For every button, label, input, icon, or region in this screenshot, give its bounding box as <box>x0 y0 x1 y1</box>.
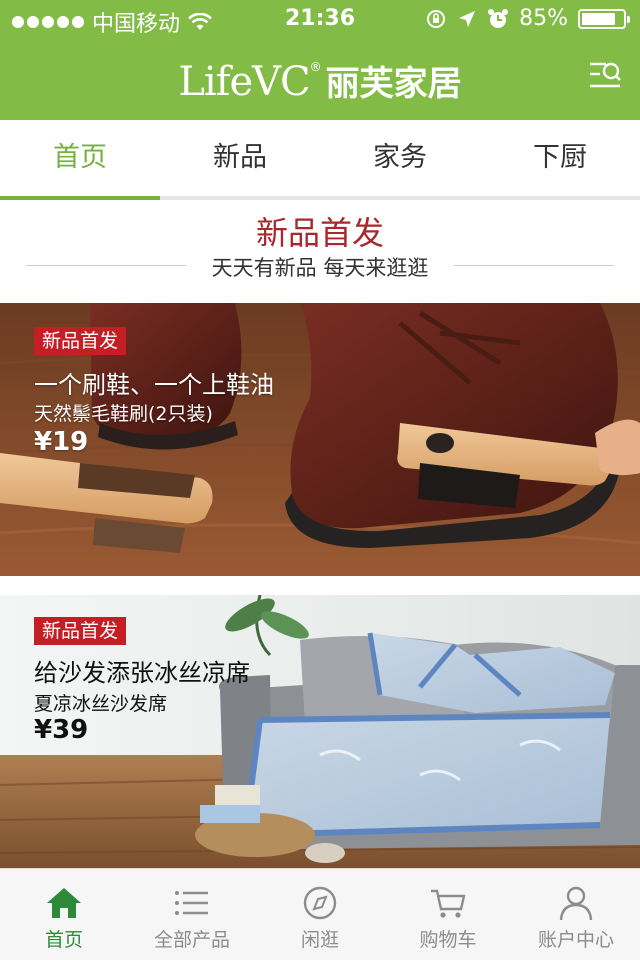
category-tabs: 首页 新品 家务 下厨 <box>0 120 640 200</box>
nav-account[interactable]: 账户中心 <box>512 869 640 960</box>
logo-english: LifeVC <box>178 59 310 105</box>
nav-cart-label: 购物车 <box>419 929 477 951</box>
tab-home[interactable]: 首页 <box>0 120 160 200</box>
section-subtitle: 天天有新品 每天来逛逛 <box>211 256 429 280</box>
nav-browse[interactable]: 闲逛 <box>256 869 384 960</box>
section-title: 新品首发 <box>255 214 384 252</box>
app-header: 中国移动 21:36 85% LifeVC® 丽芙家居 <box>0 0 640 120</box>
tab-housework[interactable]: 家务 <box>320 120 480 196</box>
tab-kitchen[interactable]: 下厨 <box>480 120 640 196</box>
bottom-navigation: 首页 全部产品 闲逛 购物车 账户中心 <box>0 868 640 960</box>
product-banner-shoe-brush[interactable]: 新品首发 一个刷鞋、一个上鞋油 天然鬃毛鞋刷(2只装) ¥19 <box>0 303 640 576</box>
search-menu-icon[interactable] <box>588 60 622 92</box>
nav-all-products-label: 全部产品 <box>153 929 230 951</box>
alarm-icon <box>488 8 509 28</box>
brand-logo[interactable]: LifeVC® 丽芙家居 <box>0 56 640 105</box>
banner-price: ¥39 <box>34 715 89 745</box>
location-icon <box>459 10 476 27</box>
nav-account-label: 账户中心 <box>537 929 614 951</box>
status-right: 85% <box>425 6 630 31</box>
logo-chinese: 丽芙家居 <box>325 64 462 104</box>
product-banner-sofa-mat[interactable]: 新品首发 给沙发添张冰丝凉席 夏凉冰丝沙发席 ¥39 <box>0 595 640 868</box>
nav-cart[interactable]: 购物车 <box>384 869 512 960</box>
list-icon <box>175 891 208 915</box>
rotation-lock-icon <box>427 9 446 28</box>
banner-title: 一个刷鞋、一个上鞋油 <box>34 371 274 399</box>
tab-new[interactable]: 新品 <box>160 120 320 196</box>
cart-icon <box>431 889 466 918</box>
status-bar: 中国移动 21:36 85% <box>0 0 640 40</box>
battery-icon <box>578 8 630 29</box>
battery-percent: 85% <box>519 6 568 31</box>
nav-browse-label: 闲逛 <box>300 929 339 951</box>
user-icon <box>559 886 593 921</box>
nav-home-label: 首页 <box>44 929 83 951</box>
nav-home[interactable]: 首页 <box>0 869 128 960</box>
logo-registered-mark: ® <box>309 60 322 74</box>
banner-subtitle: 夏凉冰丝沙发席 <box>34 693 168 715</box>
new-product-badge: 新品首发 <box>34 617 127 645</box>
nav-all-products[interactable]: 全部产品 <box>128 869 256 960</box>
banner-price: ¥19 <box>34 427 89 457</box>
home-icon <box>47 888 81 918</box>
banner-title: 给沙发添张冰丝凉席 <box>34 659 250 687</box>
compass-icon <box>303 886 337 920</box>
new-product-badge: 新品首发 <box>34 327 127 355</box>
banner-subtitle: 天然鬃毛鞋刷(2只装) <box>34 403 213 425</box>
